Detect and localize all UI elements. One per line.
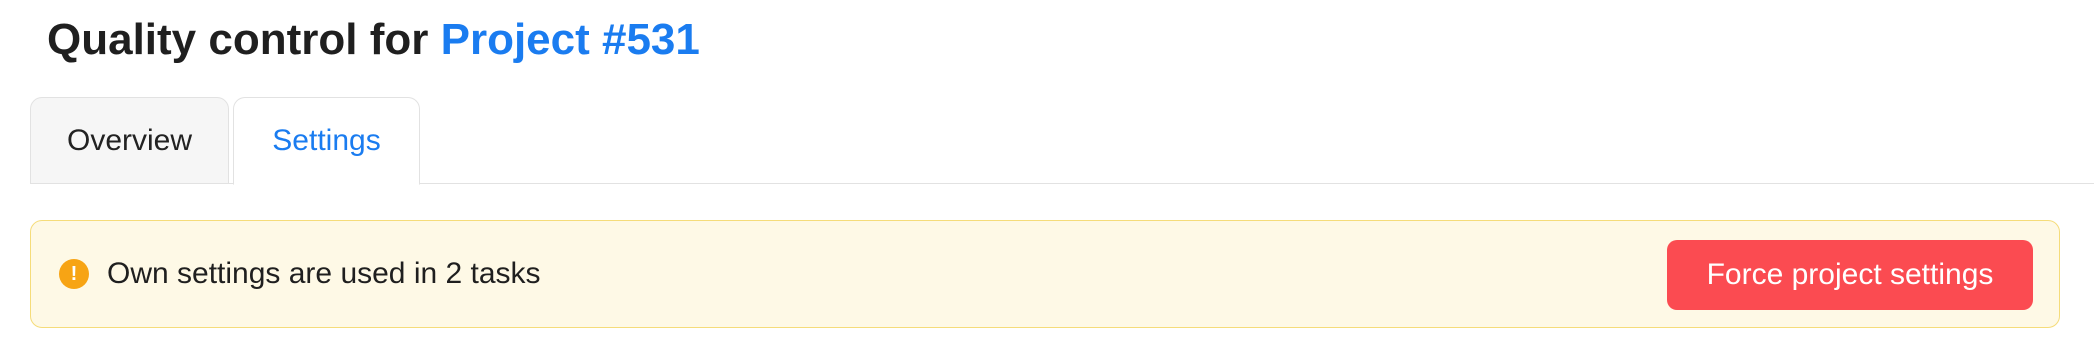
tab-settings[interactable]: Settings bbox=[233, 97, 420, 185]
alert-message: Own settings are used in 2 tasks bbox=[107, 257, 541, 290]
project-link[interactable]: Project #531 bbox=[441, 15, 700, 64]
force-project-settings-button[interactable]: Force project settings bbox=[1667, 240, 2033, 310]
tab-overview[interactable]: Overview bbox=[30, 97, 229, 184]
page-title-prefix: Quality control for bbox=[47, 15, 429, 64]
tabs-bar: Overview Settings bbox=[30, 97, 2094, 185]
quality-control-page: Quality control for Project #531 Overvie… bbox=[0, 0, 2094, 344]
exclamation-icon: ! bbox=[59, 259, 89, 289]
own-settings-alert: ! Own settings are used in 2 tasks Force… bbox=[30, 220, 2060, 328]
page-title: Quality control for Project #531 bbox=[47, 12, 700, 68]
